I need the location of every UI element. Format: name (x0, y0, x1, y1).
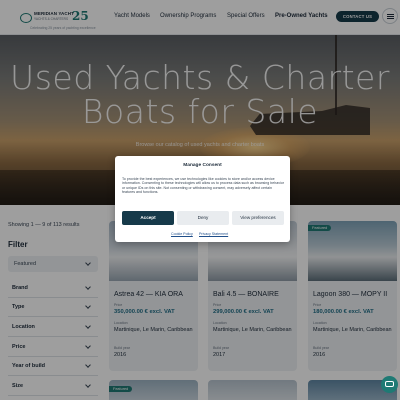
consent-dialog: Manage Consent To provide the best exper… (115, 156, 290, 242)
cookie-policy-link[interactable]: Cookie Policy (171, 232, 193, 236)
deny-button[interactable]: Deny (177, 211, 229, 225)
chat-bubble-icon (385, 381, 394, 387)
view-preferences-button[interactable]: View preferences (232, 211, 284, 225)
consent-title: Manage Consent (183, 163, 222, 168)
consent-text: To provide the best experiences, we use … (122, 177, 285, 195)
privacy-statement-link[interactable]: Privacy Statement (199, 232, 228, 236)
chat-button[interactable] (381, 376, 398, 393)
accept-button[interactable]: Accept (122, 211, 174, 225)
